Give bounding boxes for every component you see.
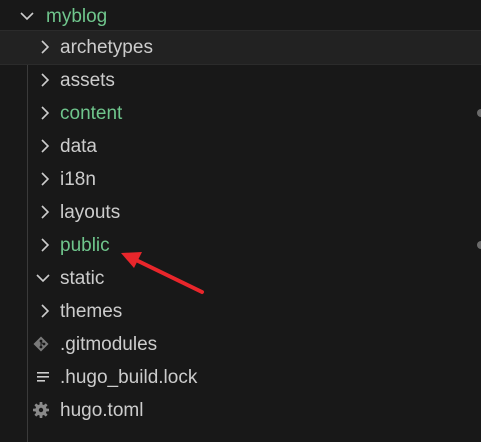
chevron-down-icon — [18, 7, 36, 25]
tree-item-label: layouts — [60, 202, 121, 223]
gear-icon — [32, 401, 50, 419]
tree-item-hugo-toml[interactable]: hugo.toml — [0, 394, 481, 427]
tree-item-label: themes — [60, 301, 123, 322]
chevron-right-icon — [36, 137, 54, 155]
tree-item-layouts[interactable]: layouts — [0, 196, 481, 229]
tree-item-label: .hugo_build.lock — [60, 367, 198, 388]
chevron-right-icon — [36, 236, 54, 254]
chevron-right-icon — [36, 170, 54, 188]
modified-indicator-dot — [477, 109, 481, 117]
tree-item-themes[interactable]: themes — [0, 295, 481, 328]
file-explorer: myblog archetypes assets content data i1 — [0, 0, 481, 442]
tree-item-assets[interactable]: assets — [0, 64, 481, 97]
tree-item-label: archetypes — [60, 37, 153, 58]
chevron-right-icon — [36, 38, 54, 56]
tree-item-label: content — [60, 103, 123, 124]
tree-item-label: assets — [60, 70, 115, 91]
tree-item-archetypes[interactable]: archetypes — [0, 30, 481, 65]
tree-item-label: hugo.toml — [60, 400, 144, 421]
chevron-right-icon — [36, 71, 54, 89]
lines-icon — [34, 368, 52, 386]
tree-item-label: i18n — [60, 169, 96, 190]
tree-item-label: public — [60, 235, 110, 256]
tree-item-label: data — [60, 136, 97, 157]
tree-item-data[interactable]: data — [0, 130, 481, 163]
tree-item-myblog[interactable]: myblog — [0, 0, 481, 33]
chevron-down-icon — [34, 269, 52, 287]
tree-item-label: static — [60, 268, 105, 289]
tree-item-content[interactable]: content — [0, 97, 481, 130]
chevron-right-icon — [36, 302, 54, 320]
tree-item-i18n[interactable]: i18n — [0, 163, 481, 196]
tree-item-gitmodules[interactable]: .gitmodules — [0, 328, 481, 361]
tree-item-label: myblog — [46, 6, 108, 27]
modified-indicator-dot — [477, 241, 481, 249]
git-icon — [32, 335, 50, 353]
tree-item-public[interactable]: public — [0, 229, 481, 262]
tree-item-hugo-build-lock[interactable]: .hugo_build.lock — [0, 361, 481, 394]
chevron-right-icon — [36, 203, 54, 221]
tree-item-static[interactable]: static — [0, 262, 481, 295]
tree-item-label: .gitmodules — [60, 334, 158, 355]
chevron-right-icon — [36, 104, 54, 122]
